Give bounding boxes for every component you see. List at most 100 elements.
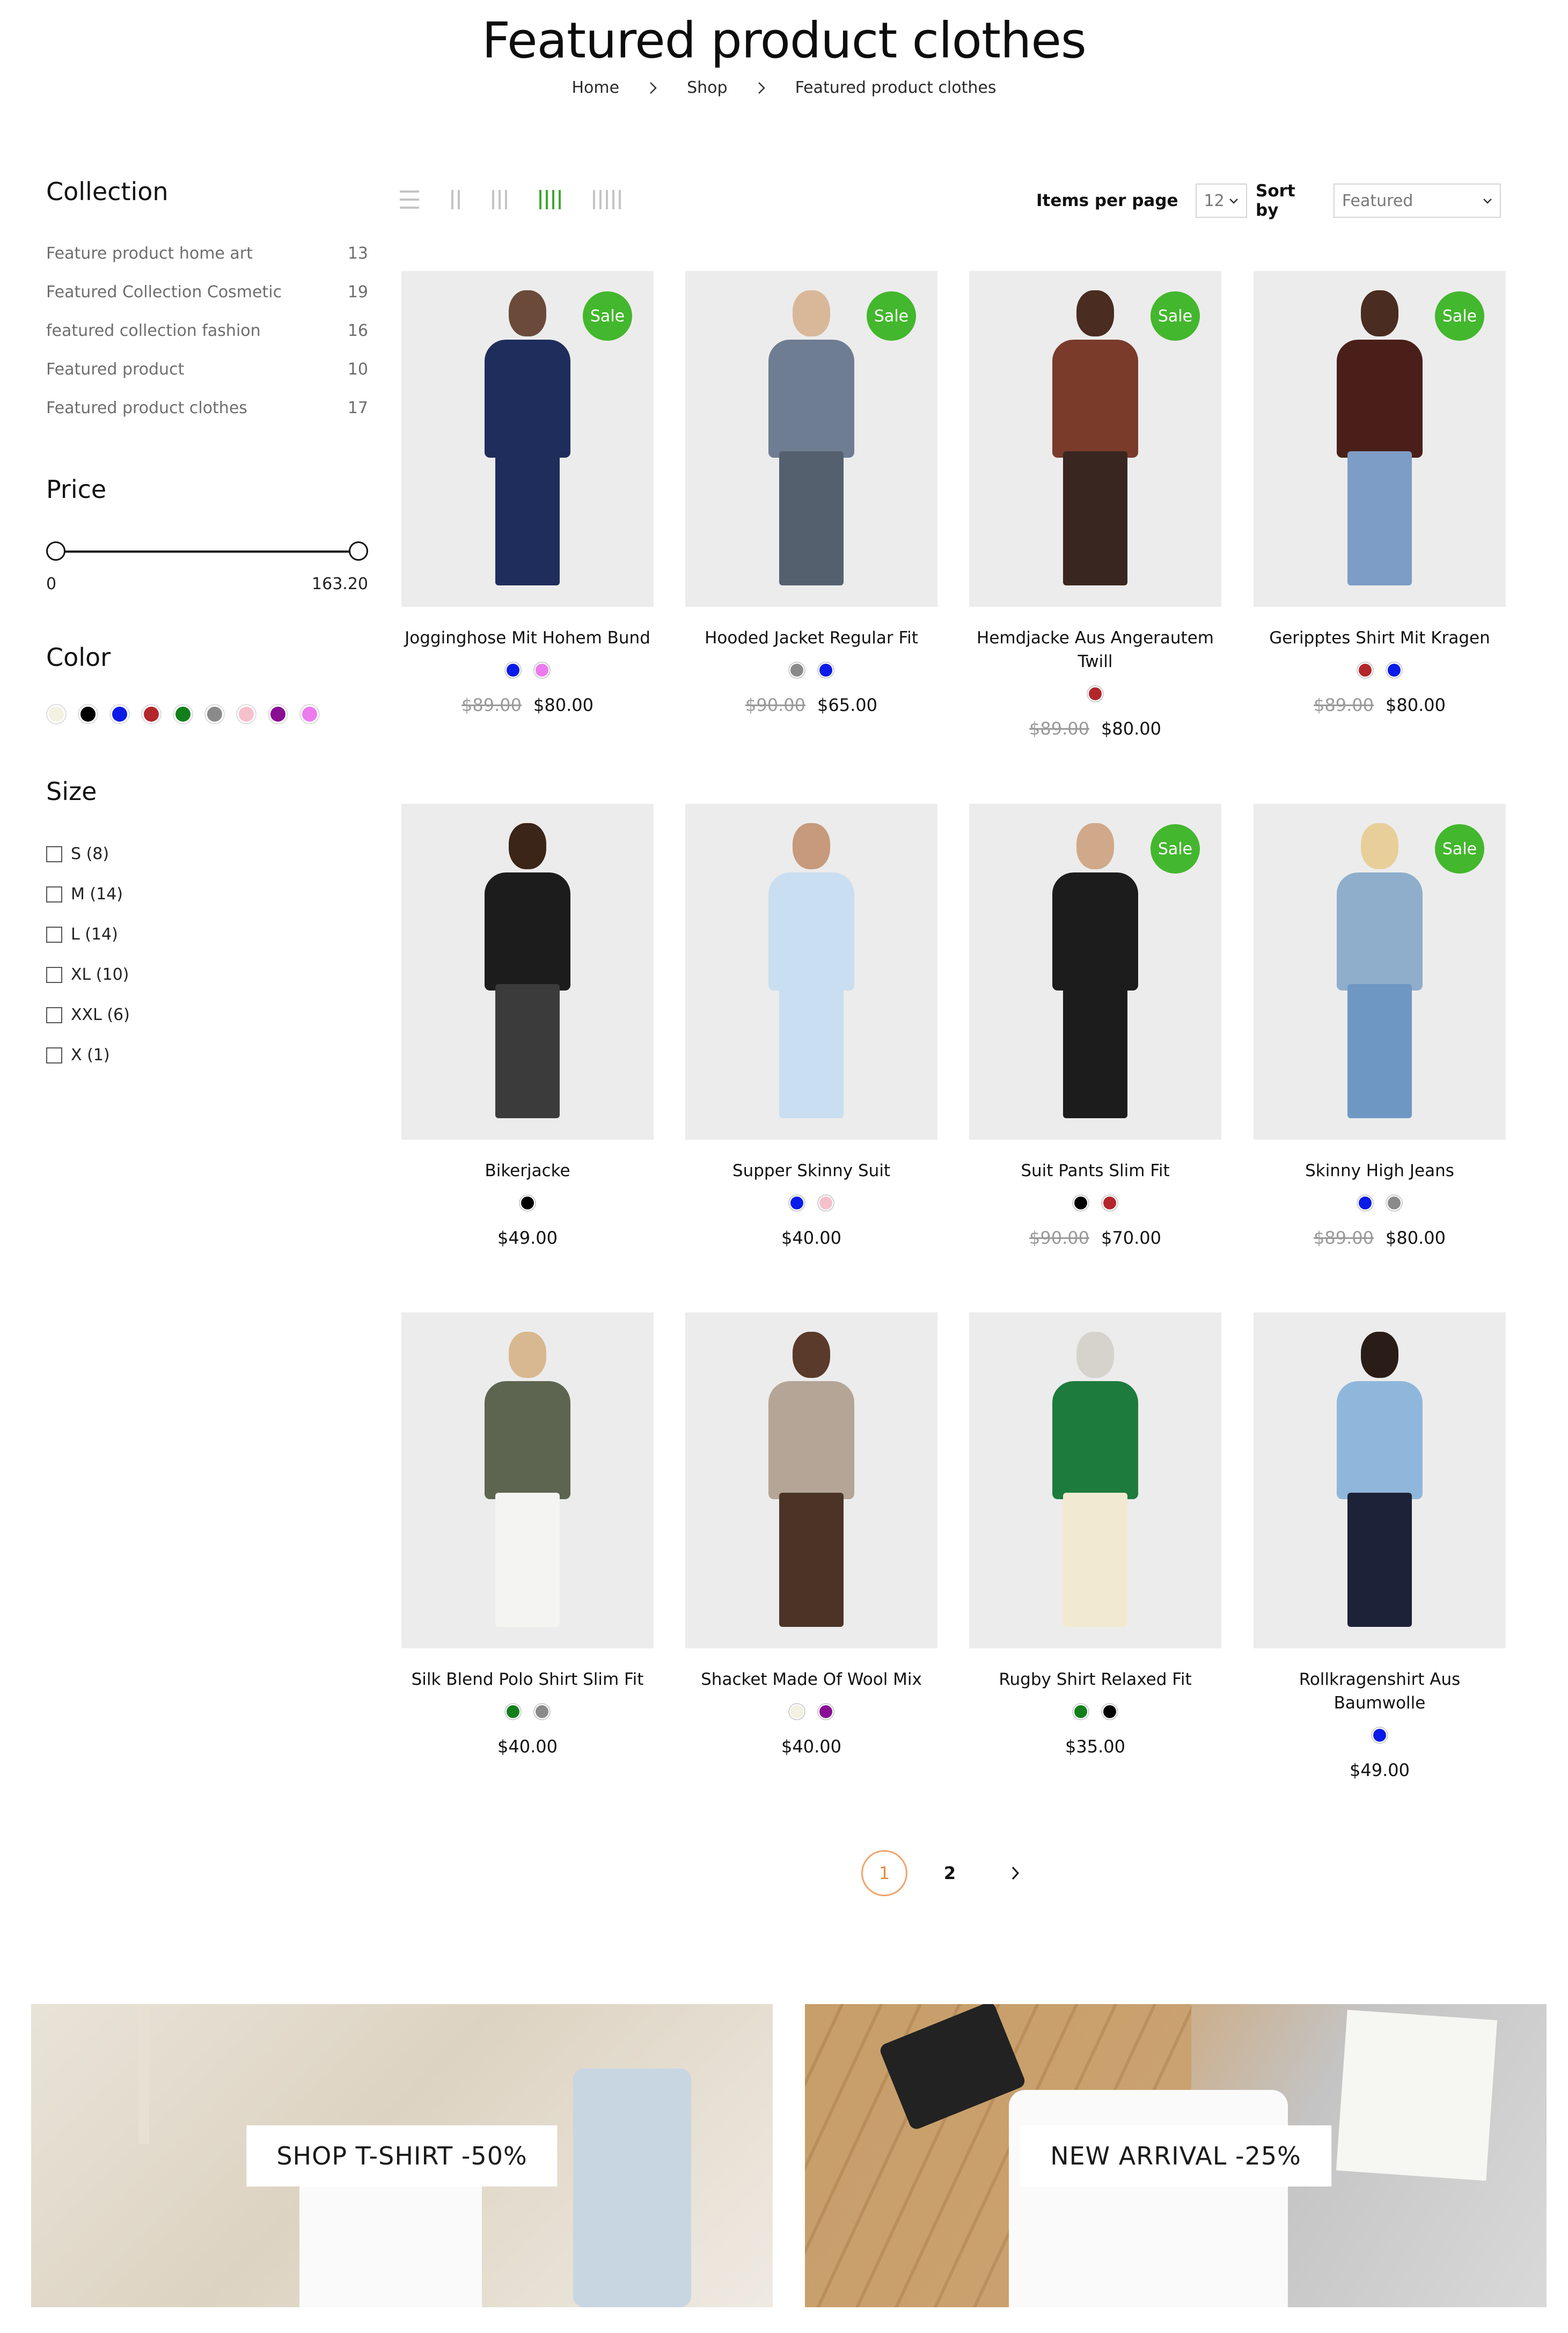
product-image[interactable] (401, 1312, 654, 1648)
product-name[interactable]: Rugby Shirt Relaxed Fit (969, 1668, 1221, 1691)
grid-4-columns-icon[interactable] (539, 189, 561, 210)
product-image[interactable]: Sale (969, 804, 1221, 1140)
product-card[interactable]: Sale Jogginghose Mit Hohem Bund $89.00 $80.… (401, 271, 654, 715)
product-image[interactable] (685, 804, 937, 1140)
size-option[interactable]: XL (10) (46, 955, 368, 995)
product-name[interactable]: Hooded Jacket Regular Fit (685, 626, 937, 650)
color-swatch[interactable] (46, 704, 67, 724)
next-page-button[interactable] (992, 1850, 1038, 1896)
grid-3-columns-icon[interactable] (492, 189, 507, 210)
product-color-swatch[interactable] (788, 1194, 805, 1212)
product-name[interactable]: Silk Blend Polo Shirt Slim Fit (401, 1668, 654, 1691)
product-color-swatch[interactable] (817, 662, 834, 679)
price-min-handle[interactable] (46, 541, 65, 561)
product-color-swatch[interactable] (1101, 1703, 1118, 1720)
items-per-page-select[interactable]: 12 (1195, 184, 1247, 218)
product-color-swatch[interactable] (788, 1703, 805, 1720)
price-max-handle[interactable] (349, 541, 368, 561)
product-card[interactable]: Rugby Shirt Relaxed Fit $35.00 (969, 1312, 1221, 1757)
collection-item[interactable]: Featured product clothes 17 (46, 388, 368, 427)
page-2-button[interactable]: 2 (927, 1850, 973, 1896)
product-card[interactable]: Bikerjacke $49.00 (401, 804, 654, 1248)
product-name[interactable]: Jogginghose Mit Hohem Bund (401, 626, 654, 650)
color-swatch[interactable] (141, 704, 162, 724)
product-color-swatch[interactable] (533, 1703, 551, 1720)
product-name[interactable]: Supper Skinny Suit (685, 1159, 937, 1183)
product-card[interactable]: Shacket Made Of Wool Mix $40.00 (685, 1312, 937, 1757)
product-card[interactable]: Sale Skinny High Jeans $89.00 $80.00 (1254, 804, 1506, 1248)
price-range-slider[interactable] (46, 541, 368, 561)
size-option[interactable]: XXL (6) (46, 995, 368, 1035)
product-name[interactable]: Skinny High Jeans (1254, 1159, 1506, 1183)
product-card[interactable]: Silk Blend Polo Shirt Slim Fit $40.00 (401, 1312, 654, 1757)
product-name[interactable]: Geripptes Shirt Mit Kragen (1254, 626, 1506, 650)
grid-2-columns-icon[interactable] (451, 189, 460, 210)
product-image[interactable]: Sale (685, 271, 937, 607)
product-card[interactable]: Sale Hemdjacke Aus Angerautem Twill $89.00… (969, 271, 1221, 739)
product-image[interactable]: Sale (1254, 804, 1506, 1140)
size-option[interactable]: M (14) (46, 874, 368, 914)
product-name[interactable]: Bikerjacke (401, 1159, 654, 1183)
color-swatch[interactable] (78, 704, 98, 724)
product-color-swatch[interactable] (1386, 662, 1403, 679)
product-card[interactable]: Sale Hooded Jacket Regular Fit $90.00 $65.0… (685, 271, 937, 715)
product-card[interactable]: Rollkragenshirt Aus Baumwolle $49.00 (1254, 1312, 1506, 1780)
grid-5-columns-icon[interactable] (593, 189, 621, 210)
product-name[interactable]: Suit Pants Slim Fit (969, 1159, 1221, 1183)
product-color-swatch[interactable] (1087, 685, 1104, 702)
product-color-swatch[interactable] (1386, 1194, 1403, 1212)
size-option[interactable]: S (8) (46, 834, 368, 874)
product-color-swatch[interactable] (504, 662, 522, 679)
product-card[interactable]: Sale Suit Pants Slim Fit $90.00 $70.00 (969, 804, 1221, 1248)
size-checkbox[interactable] (46, 1007, 62, 1023)
color-swatch[interactable] (109, 704, 130, 724)
size-checkbox[interactable] (46, 926, 62, 943)
product-color-swatch[interactable] (1072, 1194, 1089, 1212)
size-checkbox[interactable] (46, 886, 62, 903)
product-image[interactable] (969, 1312, 1221, 1648)
product-color-swatch[interactable] (504, 1703, 522, 1720)
product-color-swatch[interactable] (1101, 1194, 1118, 1212)
product-card[interactable]: Sale Geripptes Shirt Mit Kragen $89.00 $80.… (1254, 271, 1506, 715)
color-swatch[interactable] (299, 704, 320, 724)
product-name[interactable]: Shacket Made Of Wool Mix (685, 1668, 937, 1691)
product-color-swatch[interactable] (533, 662, 551, 679)
product-image[interactable]: Sale (401, 271, 654, 607)
collection-item[interactable]: featured collection fashion 16 (46, 311, 368, 350)
color-swatch[interactable] (173, 704, 193, 724)
product-color-swatch[interactable] (1357, 662, 1374, 679)
product-color-swatch[interactable] (817, 1703, 834, 1720)
product-color-swatch[interactable] (1072, 1703, 1089, 1720)
new-arrival-promo-banner[interactable]: NEW ARRIVAL -25% (805, 2004, 1547, 2307)
size-option[interactable]: L (14) (46, 914, 368, 955)
product-image[interactable]: Sale (969, 271, 1221, 607)
breadcrumb-home[interactable]: Home (546, 78, 646, 97)
list-view-icon[interactable] (400, 190, 419, 209)
sort-select[interactable]: Featured (1333, 184, 1501, 218)
product-name[interactable]: Hemdjacke Aus Angerautem Twill (969, 626, 1221, 673)
size-option[interactable]: X (1) (46, 1035, 368, 1075)
color-swatch[interactable] (236, 704, 257, 724)
product-card[interactable]: Supper Skinny Suit $40.00 (685, 804, 937, 1248)
product-name[interactable]: Rollkragenshirt Aus Baumwolle (1254, 1668, 1506, 1715)
product-color-swatch[interactable] (1357, 1194, 1374, 1212)
product-image[interactable] (401, 804, 654, 1140)
product-color-swatch[interactable] (1371, 1727, 1388, 1744)
color-swatch[interactable] (268, 704, 288, 724)
breadcrumb-shop[interactable]: Shop (661, 78, 753, 97)
collection-item[interactable]: Featured Collection Cosmetic 19 (46, 273, 368, 311)
product-color-swatch[interactable] (519, 1194, 536, 1212)
tshirt-promo-banner[interactable]: SHOP T-SHIRT -50% (31, 2004, 773, 2307)
page-1-button[interactable]: 1 (861, 1850, 907, 1896)
size-checkbox[interactable] (46, 1047, 62, 1063)
size-checkbox[interactable] (46, 846, 62, 862)
color-swatch[interactable] (204, 704, 225, 724)
collection-item[interactable]: Feature product home art 13 (46, 234, 368, 273)
product-color-swatch[interactable] (788, 662, 805, 679)
product-image[interactable] (685, 1312, 937, 1648)
product-image[interactable] (1254, 1312, 1506, 1648)
size-checkbox[interactable] (46, 966, 62, 983)
product-color-swatch[interactable] (817, 1194, 834, 1212)
product-image[interactable]: Sale (1254, 271, 1506, 607)
collection-item[interactable]: Featured product 10 (46, 350, 368, 388)
